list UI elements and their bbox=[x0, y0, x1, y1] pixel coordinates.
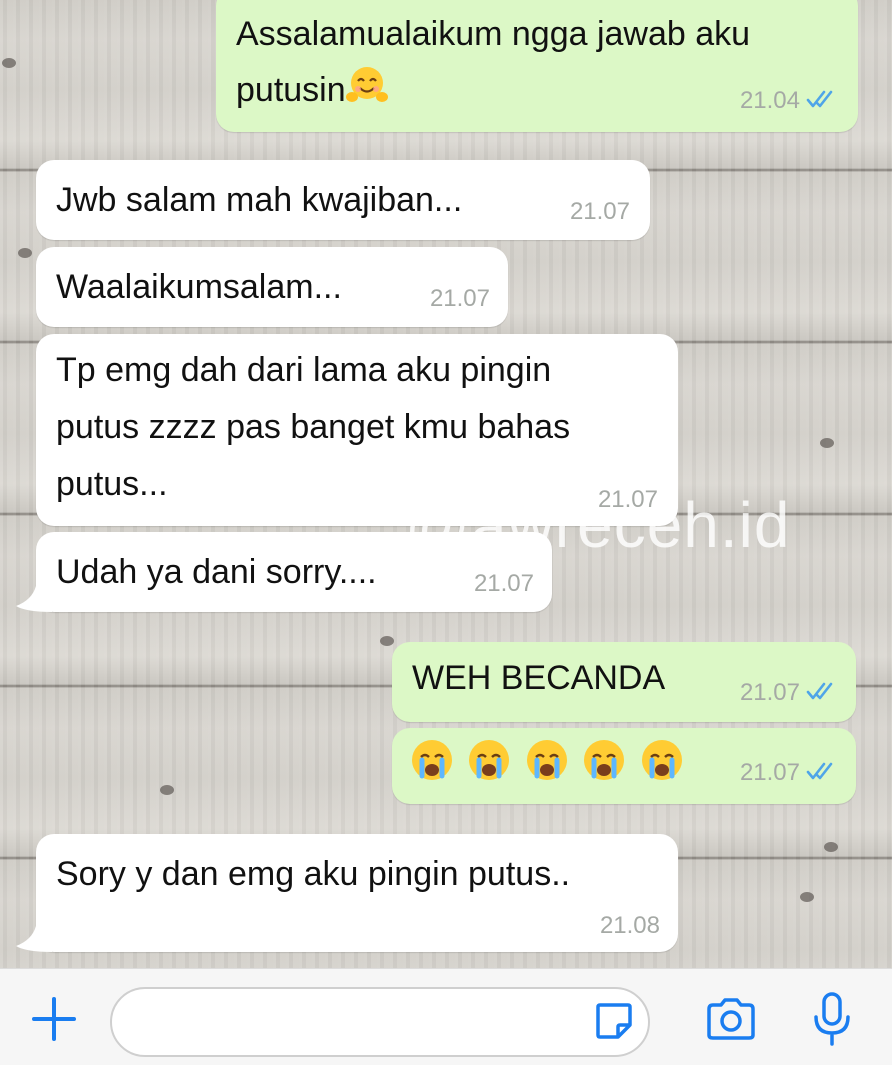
emoji-row bbox=[408, 736, 686, 801]
message-time: 21.07 bbox=[739, 759, 800, 787]
bubble-tail bbox=[16, 926, 52, 952]
microphone-button[interactable] bbox=[810, 991, 854, 1047]
wood-knot bbox=[800, 892, 814, 902]
message-time: 21.07 bbox=[429, 285, 490, 312]
wood-knot bbox=[18, 248, 32, 258]
message-bubble-outgoing[interactable]: WEH BECANDA 21.07 bbox=[392, 642, 856, 722]
read-receipt-icon bbox=[806, 680, 836, 708]
message-text: Jwb salam mah kwajiban... bbox=[56, 181, 463, 219]
message-bubble-outgoing[interactable]: Assalamualaikum ngga jawab aku putusin 2… bbox=[216, 0, 858, 132]
message-input-bar bbox=[0, 968, 892, 1065]
crying-face-emoji bbox=[580, 736, 628, 801]
camera-button[interactable] bbox=[704, 995, 758, 1043]
message-text: Waalaikumsalam... bbox=[56, 268, 342, 306]
message-meta: 21.04 bbox=[740, 87, 836, 116]
message-bubble-outgoing[interactable]: 21.07 bbox=[392, 728, 856, 804]
camera-icon bbox=[707, 998, 755, 1040]
message-bubble-incoming[interactable]: Sory y dan emg aku pingin putus.. 21.08 bbox=[36, 834, 678, 952]
wood-knot bbox=[2, 58, 16, 68]
crying-face-emoji bbox=[638, 736, 686, 801]
message-bubble-incoming[interactable]: Waalaikumsalam... 21.07 bbox=[36, 247, 508, 327]
message-text: Assalamualaikum ngga jawab aku putusin bbox=[236, 6, 750, 122]
message-text: WEH BECANDA bbox=[412, 659, 666, 697]
wood-knot bbox=[380, 636, 394, 646]
message-time: 21.07 bbox=[739, 679, 800, 707]
message-time: 21.07 bbox=[473, 570, 534, 597]
read-receipt-icon bbox=[806, 88, 836, 116]
watermark: @awreceh.id bbox=[405, 489, 791, 561]
message-meta: 21.07 bbox=[740, 759, 836, 788]
message-meta: 21.07 bbox=[740, 679, 836, 708]
crying-face-emoji bbox=[523, 736, 571, 801]
crying-face-emoji bbox=[465, 736, 513, 801]
message-text: Sory y dan emg aku pingin putus.. bbox=[56, 855, 571, 893]
microphone-icon bbox=[814, 992, 850, 1046]
wood-knot bbox=[160, 785, 174, 795]
message-time: 21.04 bbox=[739, 87, 800, 115]
message-bubble-incoming[interactable]: Jwb salam mah kwajiban... 21.07 bbox=[36, 160, 650, 240]
message-input-field[interactable] bbox=[110, 987, 650, 1057]
plus-icon bbox=[32, 997, 76, 1041]
crying-face-emoji bbox=[408, 736, 456, 801]
message-text: Udah ya dani sorry.... bbox=[56, 553, 377, 591]
attach-plus-button[interactable] bbox=[30, 995, 78, 1043]
message-time: 21.07 bbox=[569, 198, 630, 225]
read-receipt-icon bbox=[806, 760, 836, 788]
wood-knot bbox=[824, 842, 838, 852]
smiling-hug-emoji bbox=[345, 63, 388, 122]
message-time: 21.08 bbox=[599, 912, 660, 939]
bubble-tail bbox=[16, 586, 52, 612]
wood-knot bbox=[820, 438, 834, 448]
sticker-icon bbox=[596, 1003, 632, 1039]
sticker-button[interactable] bbox=[592, 999, 636, 1043]
